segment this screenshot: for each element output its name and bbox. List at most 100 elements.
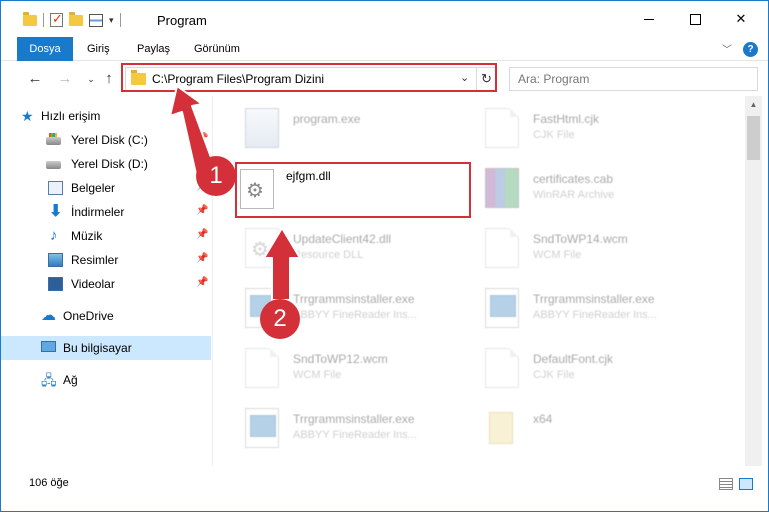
sidebar-item-network[interactable]: 🖧 Ağ [1,368,211,392]
search-placeholder: Ara: Program [518,72,590,86]
quick-access-toolbar: ▾ [23,11,121,29]
sidebar-item-label: Resimler [71,253,119,267]
file-type: WCM File [293,369,342,381]
file-highlight [235,162,471,218]
sidebar-item-documents[interactable]: Belgeler 📌 [1,176,211,200]
toolbar-separator [119,13,121,27]
toolbar-separator [43,13,44,27]
pin-icon[interactable]: 📌 [196,277,208,288]
file-item[interactable]: FastHtml.cjk CJK File [463,102,699,158]
search-input[interactable]: Ara: Program [509,67,758,91]
back-arrow-icon[interactable]: ← [25,69,45,89]
chevron-down-icon[interactable]: ⌄ [81,69,101,89]
scroll-up-icon[interactable]: ▲ [745,96,762,113]
maximize-button[interactable] [672,1,718,37]
file-type: CJK File [533,129,575,141]
disk-c-icon [46,137,61,145]
file-item[interactable]: program.exe [223,102,459,158]
file-item[interactable]: DefaultFont.cjk CJK File [463,342,699,398]
file-item[interactable]: x64 [463,402,699,458]
properties-check-icon[interactable] [50,11,63,27]
sidebar-item-downloads[interactable]: ⬇ İndirmeler 📌 [1,200,211,224]
sidebar-item-this-pc[interactable]: Bu bilgisayar [1,336,211,360]
file-item[interactable]: Trrgrammsinstaller.exe ABBYY FineReader … [223,402,459,458]
installer-icon [485,288,519,328]
file-name: UpdateClient42.dll [293,232,392,246]
item-count: 106 öğe [29,477,69,489]
file-view: program.exe FastHtml.cjk CJK File ejfgm.… [213,96,745,466]
sidebar-item-quick-access[interactable]: ★ Hızlı erişim [1,104,211,128]
tab-home[interactable]: Giriş [77,37,120,61]
exe-icon [245,108,279,148]
network-icon: 🖧 [41,372,57,388]
forward-arrow-icon[interactable]: → [55,69,75,89]
folder-icon[interactable] [23,11,37,26]
file-name: program.exe [293,112,361,126]
sidebar-item-local-disk-c[interactable]: Yerel Disk (C:) 📌 [1,128,211,152]
sidebar-item-videos[interactable]: Videolar 📌 [1,272,211,296]
file-item[interactable]: SndToWP12.wcm WCM File [223,342,459,398]
pin-icon[interactable]: 📌 [196,229,208,240]
file-icon [245,348,279,388]
file-item[interactable]: UpdateClient42.dll Resource DLL [223,222,459,278]
file-icon [485,348,519,388]
computer-icon [41,341,56,352]
file-item[interactable]: Trrgrammsinstaller.exe ABBYY FineReader … [223,282,459,338]
file-name: Trrgrammsinstaller.exe [293,292,415,306]
pin-icon[interactable]: 📌 [196,253,208,264]
sidebar-item-pictures[interactable]: Resimler 📌 [1,248,211,272]
window-title: Program [157,13,207,28]
sidebar-item-label: Müzik [71,229,103,243]
file-icon [485,108,519,148]
sidebar-item-label: İndirmeler [71,205,125,219]
file-icon [485,228,519,268]
sidebar-item-label: Yerel Disk (D:) [71,157,148,171]
help-icon[interactable]: ? [743,42,758,57]
sidebar-item-label: OneDrive [63,309,114,323]
status-bar: 106 öğe [1,467,768,501]
sidebar-item-onedrive[interactable]: ☁ OneDrive [1,304,211,328]
file-type: CJK File [533,369,575,381]
step-badge-1: 1 [196,156,236,196]
details-view-icon[interactable] [719,478,733,490]
scroll-thumb[interactable] [747,116,760,160]
ribbon-tabs: Dosya Giriş Paylaş Görünüm ﹀ ? [1,37,768,61]
file-item[interactable]: SndToWP14.wcm WCM File [463,222,699,278]
file-name: DefaultFont.cjk [533,352,614,366]
tab-file[interactable]: Dosya [17,37,73,61]
tab-view[interactable]: Görünüm [184,37,250,61]
file-type: Resource DLL [293,249,364,261]
customize-icon[interactable] [89,13,103,27]
file-type: ABBYY FineReader Ins... [293,429,417,441]
file-type: ABBYY FineReader Ins... [533,309,657,321]
minimize-button[interactable] [626,1,672,37]
pin-icon[interactable]: 📌 [196,205,208,216]
navigation-pane: ★ Hızlı erişim Yerel Disk (C:) 📌 Yerel D… [1,96,213,466]
disk-icon [46,161,61,169]
file-item[interactable]: certificates.cab WinRAR Archive [463,162,699,218]
sidebar-item-label: Yerel Disk (C:) [71,133,148,147]
close-button[interactable] [718,1,764,37]
file-name: x64 [533,412,553,426]
sidebar-item-label: Hızlı erişim [41,109,101,123]
sidebar-item-local-disk-d[interactable]: Yerel Disk (D:) 📌 [1,152,211,176]
installer-icon [245,408,279,448]
sidebar-item-label: Videolar [71,277,115,291]
tab-share[interactable]: Paylaş [127,37,180,61]
dll-gear-icon [245,228,279,268]
star-icon: ★ [21,108,34,124]
title-bar: ▾ Program [1,1,768,37]
pin-icon[interactable]: 📌 [196,133,208,144]
new-folder-icon[interactable] [69,11,83,26]
large-icons-view-icon[interactable] [739,478,753,490]
address-bar-highlight [121,63,497,92]
up-arrow-icon[interactable]: ↑ [99,69,119,89]
chevron-down-icon[interactable]: ﹀ [722,41,732,56]
download-icon: ⬇ [49,203,63,220]
vertical-scrollbar[interactable]: ▲ [745,96,762,466]
chevron-down-icon[interactable]: ▾ [109,15,114,26]
folder-icon [489,412,513,444]
file-type: WinRAR Archive [533,189,615,201]
file-item[interactable]: Trrgrammsinstaller.exe ABBYY FineReader … [463,282,699,338]
sidebar-item-music[interactable]: ♪ Müzik 📌 [1,224,211,248]
